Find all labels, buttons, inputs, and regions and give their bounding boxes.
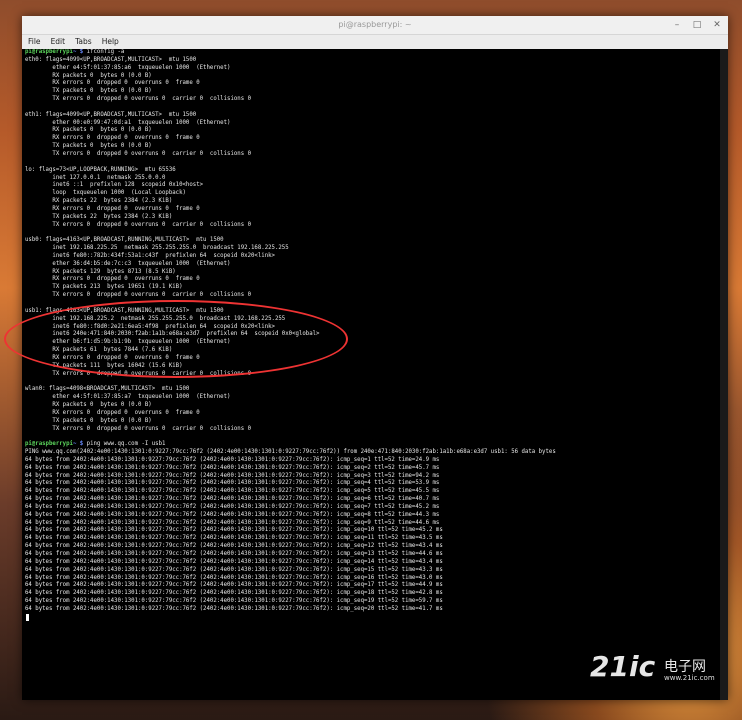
- terminal-line: RX packets 22 bytes 2384 (2.3 KiB): [25, 198, 173, 205]
- maximize-icon[interactable]: □: [692, 16, 702, 34]
- terminal-line: TX errors 0 dropped 0 overruns 0 carrier…: [25, 292, 251, 299]
- terminal-line: 64 bytes from 2402:4e00:1430:1301:0:9227…: [25, 558, 443, 565]
- terminal-line: inet 192.168.225.2 netmask 255.255.255.0…: [25, 315, 286, 322]
- prompt-user: pi@raspberrypi: [25, 49, 73, 55]
- prompt-path: ~ $: [72, 441, 87, 448]
- terminal-line: RX packets 61 bytes 7844 (7.6 KiB): [25, 347, 173, 354]
- terminal-line: wlan0: flags=4098<BROADCAST,MULTICAST> m…: [25, 386, 190, 393]
- terminal-line: TX errors 0 dropped 0 overruns 0 carrier…: [25, 425, 251, 432]
- terminal-line: 64 bytes from 2402:4e00:1430:1301:0:9227…: [25, 598, 443, 605]
- terminal-line: loop txqueuelen 1000 (Local Loopback): [25, 190, 186, 197]
- terminal-line: RX packets 0 bytes 0 (0.0 B): [25, 72, 152, 79]
- terminal-scrollbar[interactable]: [720, 49, 728, 700]
- menu-help[interactable]: Help: [102, 35, 119, 49]
- terminal-line: 64 bytes from 2402:4e00:1430:1301:0:9227…: [25, 519, 440, 526]
- terminal-line: 64 bytes from 2402:4e00:1430:1301:0:9227…: [25, 480, 440, 487]
- terminal-line: PING www.qq.com(2402:4e00:1430:1301:0:92…: [25, 449, 556, 456]
- terminal-line: TX packets 213 bytes 19651 (19.1 KiB): [25, 284, 183, 291]
- terminal-line: 64 bytes from 2402:4e00:1430:1301:0:9227…: [25, 511, 440, 518]
- terminal-line: RX packets 0 bytes 0 (0.0 B): [25, 127, 152, 134]
- prompt-command: ifconfig -a: [86, 49, 125, 55]
- terminal-line: 64 bytes from 2402:4e00:1430:1301:0:9227…: [25, 496, 440, 503]
- window-controls: – □ ✕: [672, 16, 722, 34]
- terminal-line: eth1: flags=4099<UP,BROADCAST,MULTICAST>…: [25, 111, 197, 118]
- terminal-window: pi@raspberrypi: ~ – □ ✕ File Edit Tabs H…: [22, 16, 728, 700]
- close-icon[interactable]: ✕: [712, 16, 722, 34]
- terminal-line: TX packets 22 bytes 2384 (2.3 KiB): [25, 213, 173, 220]
- watermark-logo: 21ic 电子网 www.21ic.com: [590, 650, 740, 692]
- window-title: pi@raspberrypi: ~: [338, 20, 412, 29]
- terminal-line: ether e4:5f:01:37:85:a7 txqueuelen 1000 …: [25, 394, 231, 401]
- terminal-line: inet 127.0.0.1 netmask 255.0.0.0: [25, 174, 166, 181]
- terminal-line: TX errors 0 dropped 0 overruns 0 carrier…: [25, 370, 251, 377]
- terminal-line: RX errors 0 dropped 0 overruns 0 frame 0: [25, 205, 200, 212]
- minimize-icon[interactable]: –: [672, 16, 682, 34]
- terminal-line: inet6 fe80::782b:434f:53a1:c43f prefixle…: [25, 252, 275, 259]
- terminal-line: TX errors 0 dropped 0 overruns 0 carrier…: [25, 221, 251, 228]
- terminal-line: 64 bytes from 2402:4e00:1430:1301:0:9227…: [25, 566, 443, 573]
- terminal-line: usb0: flags=4163<UP,BROADCAST,RUNNING,MU…: [25, 237, 224, 244]
- terminal-line: 64 bytes from 2402:4e00:1430:1301:0:9227…: [25, 543, 443, 550]
- terminal-line: usb1: flags=4163<UP,BROADCAST,RUNNING,MU…: [25, 307, 224, 314]
- terminal-line: RX packets 129 bytes 8713 (8.5 KiB): [25, 268, 176, 275]
- terminal-line: RX errors 0 dropped 0 overruns 0 frame 0: [25, 135, 200, 142]
- terminal-line: TX packets 0 bytes 0 (0.0 B): [25, 143, 152, 150]
- prompt-command: ping www.qq.com -I usb1: [86, 441, 166, 448]
- terminal-line: ether 36:d4:b5:de:7c:c3 txqueuelen 1000 …: [25, 260, 231, 267]
- menu-file[interactable]: File: [28, 35, 41, 49]
- terminal-line: 64 bytes from 2402:4e00:1430:1301:0:9227…: [25, 574, 443, 581]
- prompt-path: ~ $: [72, 49, 87, 55]
- terminal-line: 64 bytes from 2402:4e00:1430:1301:0:9227…: [25, 605, 443, 612]
- terminal-line: 64 bytes from 2402:4e00:1430:1301:0:9227…: [25, 551, 443, 557]
- terminal-line: RX errors 0 dropped 0 overruns 0 frame 0: [25, 409, 200, 416]
- window-titlebar[interactable]: pi@raspberrypi: ~ – □ ✕: [22, 16, 728, 35]
- terminal-line: inet6 ::1 prefixlen 128 scopeid 0x10<hos…: [25, 182, 204, 189]
- watermark-brand: 21ic: [590, 650, 656, 683]
- terminal-line: ether e4:5f:01:37:85:a6 txqueuelen 1000 …: [25, 64, 231, 71]
- terminal-line: 64 bytes from 2402:4e00:1430:1301:0:9227…: [25, 472, 440, 479]
- terminal-line: 64 bytes from 2402:4e00:1430:1301:0:9227…: [25, 590, 443, 597]
- terminal-line: inet6 fe80::f8d0:2e21:6ea5:4f98 prefixle…: [25, 323, 275, 330]
- terminal-line: 64 bytes from 2402:4e00:1430:1301:0:9227…: [25, 456, 440, 463]
- terminal-line: TX errors 0 dropped 0 overruns 0 carrier…: [25, 150, 251, 157]
- watermark-url: www.21ic.com: [664, 674, 715, 682]
- watermark-cn: 电子网: [664, 659, 706, 675]
- terminal-line: 64 bytes from 2402:4e00:1430:1301:0:9227…: [25, 535, 443, 542]
- terminal-line: RX packets 0 bytes 0 (0.0 B): [25, 401, 152, 408]
- terminal-line: inet6 240e:471:840:2030:f2ab:1a1b:e68a:e…: [25, 331, 320, 338]
- terminal-output[interactable]: pi@raspberrypi~ $ ifconfig -a eth0: flags…: [22, 49, 720, 700]
- terminal-line: [25, 613, 720, 622]
- menu-tabs[interactable]: Tabs: [75, 35, 92, 49]
- terminal-line: RX errors 0 dropped 0 overruns 0 frame 0: [25, 354, 200, 361]
- terminal-line: RX errors 0 dropped 0 overruns 0 frame 0: [25, 80, 200, 87]
- terminal-line: 64 bytes from 2402:4e00:1430:1301:0:9227…: [25, 464, 440, 471]
- terminal-line: pi@raspberrypi~ $ ifconfig -a: [25, 49, 720, 57]
- terminal-line: TX packets 0 bytes 0 (0.0 B): [25, 88, 152, 95]
- terminal-line: RX errors 0 dropped 0 overruns 0 frame 0: [25, 276, 200, 283]
- text-cursor: [26, 613, 29, 621]
- terminal-line: pi@raspberrypi~ $ ping www.qq.com -I usb…: [25, 441, 720, 449]
- terminal-line: TX errors 0 dropped 0 overruns 0 carrier…: [25, 96, 251, 103]
- terminal-line: lo: flags=73<UP,LOOPBACK,RUNNING> mtu 65…: [25, 166, 176, 173]
- menu-edit[interactable]: Edit: [51, 35, 66, 49]
- menu-bar: File Edit Tabs Help: [22, 35, 728, 50]
- terminal-line: TX packets 0 bytes 0 (0.0 B): [25, 417, 152, 424]
- prompt-user: pi@raspberrypi: [25, 441, 73, 448]
- terminal-line: 64 bytes from 2402:4e00:1430:1301:0:9227…: [25, 527, 443, 534]
- terminal-line: inet 192.168.225.25 netmask 255.255.255.…: [25, 245, 289, 252]
- terminal-line: 64 bytes from 2402:4e00:1430:1301:0:9227…: [25, 582, 443, 589]
- terminal-line: 64 bytes from 2402:4e00:1430:1301:0:9227…: [25, 488, 440, 495]
- terminal-line: 64 bytes from 2402:4e00:1430:1301:0:9227…: [25, 503, 440, 510]
- terminal-line: eth0: flags=4099<UP,BROADCAST,MULTICAST>…: [25, 56, 197, 63]
- terminal-line: ether 00:e0:99:47:0d:a1 txqueuelen 1000 …: [25, 119, 231, 126]
- terminal-line: ether b6:f1:d5:9b:b1:9b txqueuelen 1000 …: [25, 339, 231, 346]
- terminal-line: TX packets 111 bytes 16042 (15.6 KiB): [25, 362, 183, 369]
